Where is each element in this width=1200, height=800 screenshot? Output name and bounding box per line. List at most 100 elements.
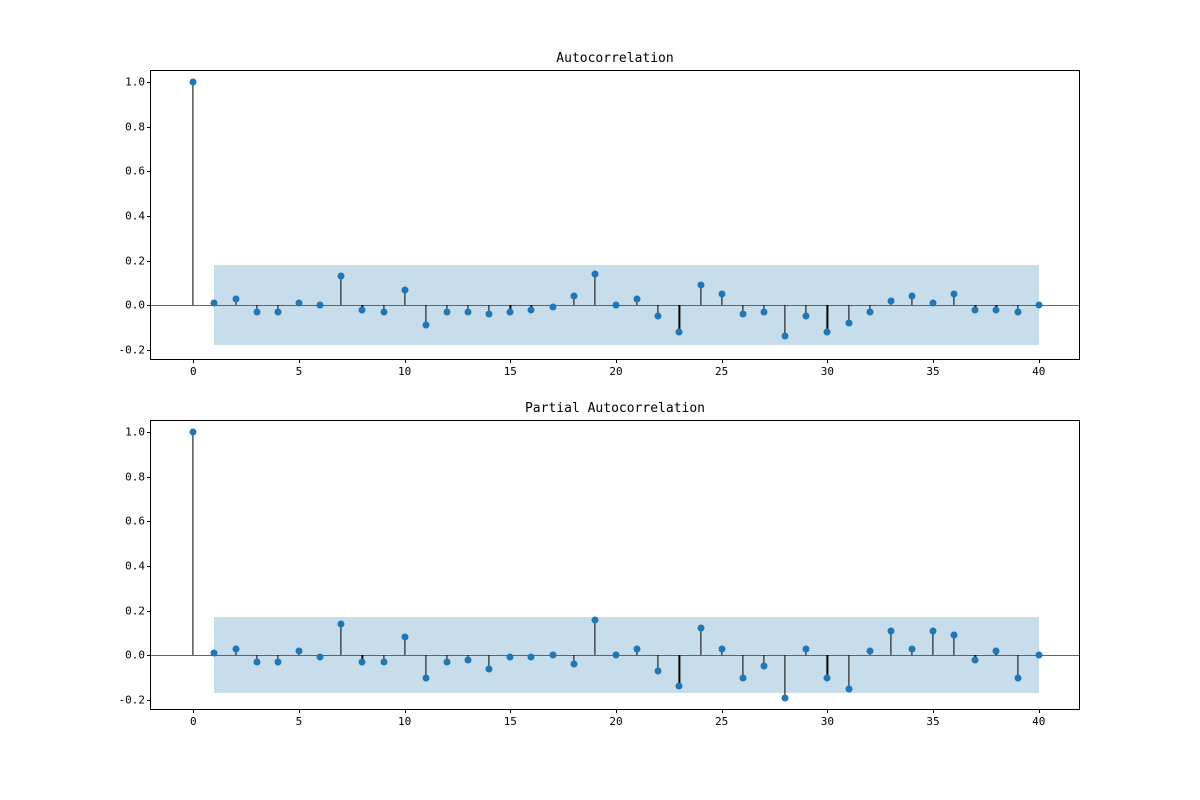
stem	[193, 82, 194, 305]
data-marker	[972, 656, 979, 663]
data-marker	[676, 329, 683, 336]
ytick-label: 1.0	[125, 76, 151, 89]
pacf-plot: Partial Autocorrelation-0.20.00.20.40.60…	[150, 420, 1080, 710]
data-marker	[359, 306, 366, 313]
chart-title: Autocorrelation	[151, 51, 1079, 66]
data-marker	[232, 645, 239, 652]
data-marker	[972, 306, 979, 313]
xtick-label: 10	[398, 359, 411, 378]
data-marker	[739, 311, 746, 318]
data-marker	[570, 293, 577, 300]
data-marker	[993, 647, 1000, 654]
xtick-label: 35	[926, 709, 939, 728]
data-marker	[295, 647, 302, 654]
data-marker	[211, 650, 218, 657]
data-marker	[253, 308, 260, 315]
data-marker	[295, 300, 302, 307]
data-marker	[887, 297, 894, 304]
data-marker	[908, 293, 915, 300]
data-marker	[803, 313, 810, 320]
ytick-label: -0.2	[119, 343, 152, 356]
ytick-label: 0.8	[125, 470, 151, 483]
ytick-label: 0.6	[125, 515, 151, 528]
xtick-label: 30	[821, 709, 834, 728]
xtick-label: 10	[398, 709, 411, 728]
ytick-label: -0.2	[119, 693, 152, 706]
data-marker	[1014, 674, 1021, 681]
data-marker	[359, 658, 366, 665]
figure: Autocorrelation-0.20.00.20.40.60.81.0051…	[0, 0, 1200, 800]
data-marker	[591, 616, 598, 623]
stem	[341, 624, 342, 655]
xtick-label: 20	[609, 359, 622, 378]
data-marker	[718, 645, 725, 652]
stem	[700, 628, 701, 655]
data-marker	[697, 282, 704, 289]
acf-plot: Autocorrelation-0.20.00.20.40.60.81.0051…	[150, 70, 1080, 360]
data-marker	[634, 295, 641, 302]
xtick-label: 35	[926, 359, 939, 378]
xtick-label: 5	[296, 359, 303, 378]
ytick-label: 0.4	[125, 210, 151, 223]
data-marker	[486, 311, 493, 318]
data-marker	[634, 645, 641, 652]
data-marker	[465, 308, 472, 315]
xtick-label: 40	[1032, 359, 1045, 378]
data-marker	[507, 308, 514, 315]
data-marker	[317, 302, 324, 309]
data-marker	[613, 302, 620, 309]
data-marker	[760, 663, 767, 670]
data-marker	[655, 313, 662, 320]
data-marker	[866, 308, 873, 315]
data-marker	[401, 286, 408, 293]
data-marker	[655, 667, 662, 674]
data-marker	[1035, 652, 1042, 659]
data-marker	[803, 645, 810, 652]
ytick-label: 0.4	[125, 560, 151, 573]
data-marker	[824, 329, 831, 336]
data-marker	[591, 271, 598, 278]
stem	[932, 631, 933, 656]
ytick-label: 0.2	[125, 604, 151, 617]
data-marker	[401, 634, 408, 641]
data-marker	[676, 683, 683, 690]
xtick-label: 25	[715, 709, 728, 728]
data-marker	[782, 694, 789, 701]
data-marker	[570, 661, 577, 668]
ytick-label: 1.0	[125, 426, 151, 439]
stem	[594, 620, 595, 656]
data-marker	[993, 306, 1000, 313]
stem	[679, 655, 680, 686]
data-marker	[951, 291, 958, 298]
data-marker	[422, 674, 429, 681]
data-marker	[338, 273, 345, 280]
data-marker	[951, 632, 958, 639]
data-marker	[380, 308, 387, 315]
xtick-label: 40	[1032, 709, 1045, 728]
data-marker	[232, 295, 239, 302]
data-marker	[887, 627, 894, 634]
data-marker	[866, 647, 873, 654]
data-marker	[782, 333, 789, 340]
data-marker	[824, 674, 831, 681]
xtick-label: 15	[504, 709, 517, 728]
xtick-label: 15	[504, 359, 517, 378]
data-marker	[549, 304, 556, 311]
data-marker	[718, 291, 725, 298]
data-marker	[739, 674, 746, 681]
data-marker	[908, 645, 915, 652]
data-marker	[760, 308, 767, 315]
data-marker	[274, 308, 281, 315]
data-marker	[274, 658, 281, 665]
data-marker	[317, 654, 324, 661]
stem	[594, 274, 595, 305]
data-marker	[1035, 302, 1042, 309]
data-marker	[422, 322, 429, 329]
data-marker	[507, 654, 514, 661]
xtick-label: 5	[296, 709, 303, 728]
stem	[193, 432, 194, 655]
data-marker	[338, 621, 345, 628]
data-marker	[443, 308, 450, 315]
stem	[341, 276, 342, 305]
data-marker	[613, 652, 620, 659]
